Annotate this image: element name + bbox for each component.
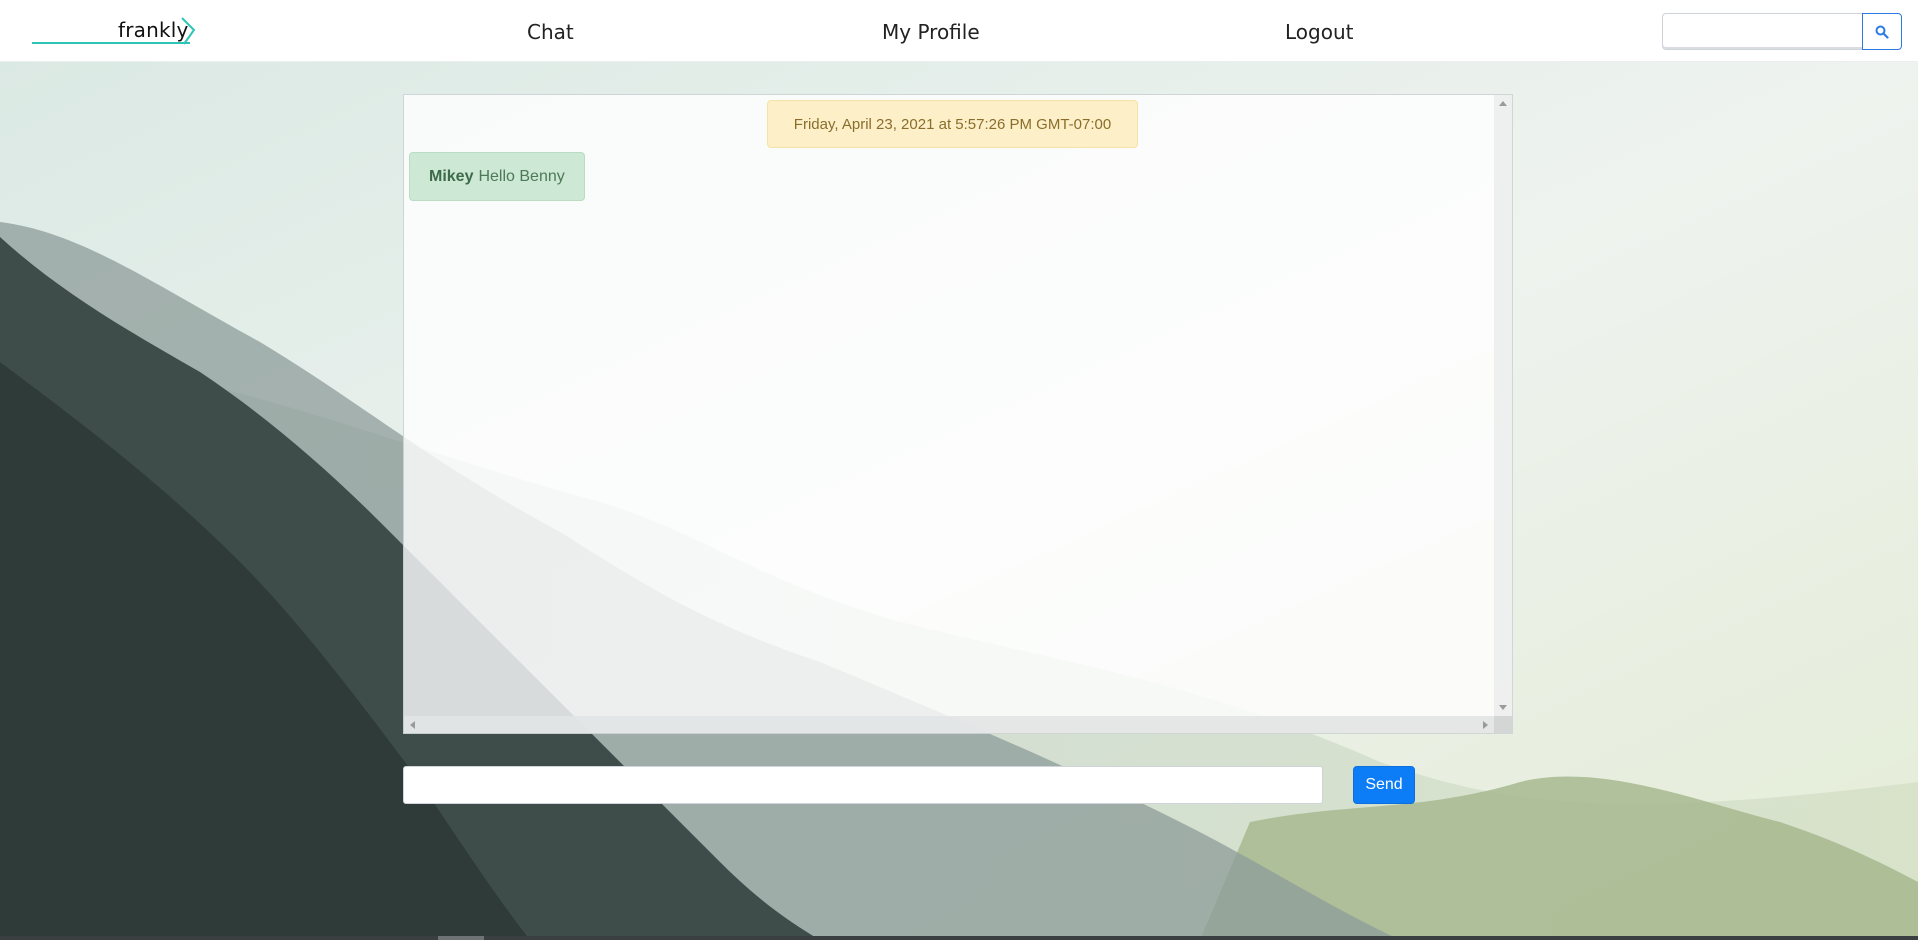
scroll-right-arrow-icon[interactable] (1483, 721, 1488, 729)
send-button[interactable]: Send (1353, 766, 1415, 804)
scroll-down-arrow-icon[interactable] (1499, 705, 1507, 710)
search-icon (1875, 25, 1889, 39)
scrollbar-corner (1494, 716, 1512, 733)
taskbar-strip (0, 936, 1918, 940)
nav-chat-link[interactable]: Chat (527, 20, 574, 44)
date-divider-badge: Friday, April 23, 2021 at 5:57:26 PM GMT… (767, 100, 1138, 148)
brand-name: frankly (118, 18, 189, 42)
taskbar-item (438, 936, 484, 940)
search-form (1662, 13, 1902, 50)
search-button[interactable] (1862, 13, 1902, 50)
message-text: Hello Benny (478, 167, 565, 185)
scroll-up-arrow-icon[interactable] (1499, 101, 1507, 106)
chat-scroll-area[interactable]: Friday, April 23, 2021 at 5:57:26 PM GMT… (404, 95, 1494, 716)
brand-logo[interactable]: frankly (30, 12, 200, 48)
nav-logout-link[interactable]: Logout (1285, 20, 1353, 44)
search-input[interactable] (1662, 13, 1862, 50)
chat-messages-panel: Friday, April 23, 2021 at 5:57:26 PM GMT… (403, 94, 1513, 734)
scroll-left-arrow-icon[interactable] (410, 721, 415, 729)
chat-message: Mikey Hello Benny (409, 152, 585, 201)
horizontal-scrollbar[interactable] (404, 716, 1494, 733)
top-navbar: frankly Chat My Profile Logout (0, 0, 1918, 62)
message-author: Mikey (429, 167, 474, 185)
vertical-scrollbar[interactable] (1494, 95, 1512, 716)
nav-my-profile-link[interactable]: My Profile (882, 20, 980, 44)
message-input[interactable] (403, 766, 1323, 804)
